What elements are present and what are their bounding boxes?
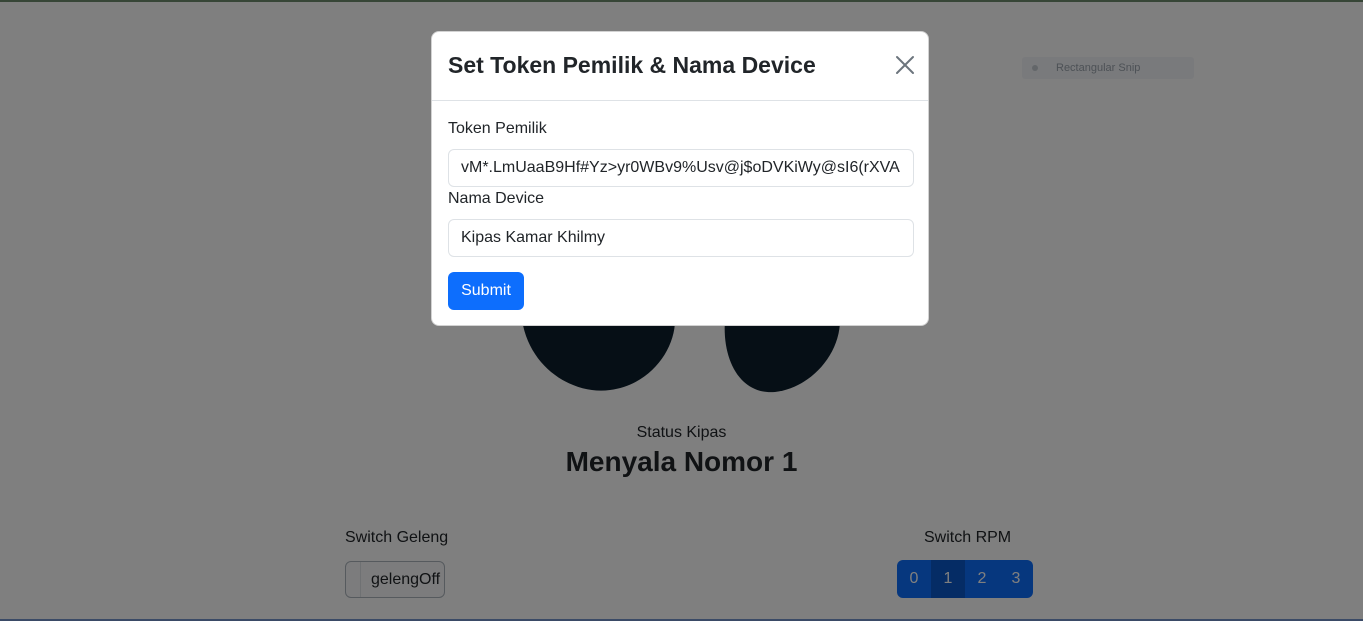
token-modal: Set Token Pemilik & Nama Device Token Pe… — [431, 31, 929, 326]
device-name-input[interactable] — [448, 219, 914, 257]
device-name-label: Nama Device — [448, 190, 545, 207]
token-input[interactable] — [448, 149, 914, 187]
modal-title: Set Token Pemilik & Nama Device — [448, 52, 816, 78]
submit-button[interactable]: Submit — [448, 272, 524, 310]
token-label: Token Pemilik — [448, 120, 547, 137]
close-icon[interactable] — [894, 54, 916, 76]
modal-header: Set Token Pemilik & Nama Device — [432, 32, 928, 101]
